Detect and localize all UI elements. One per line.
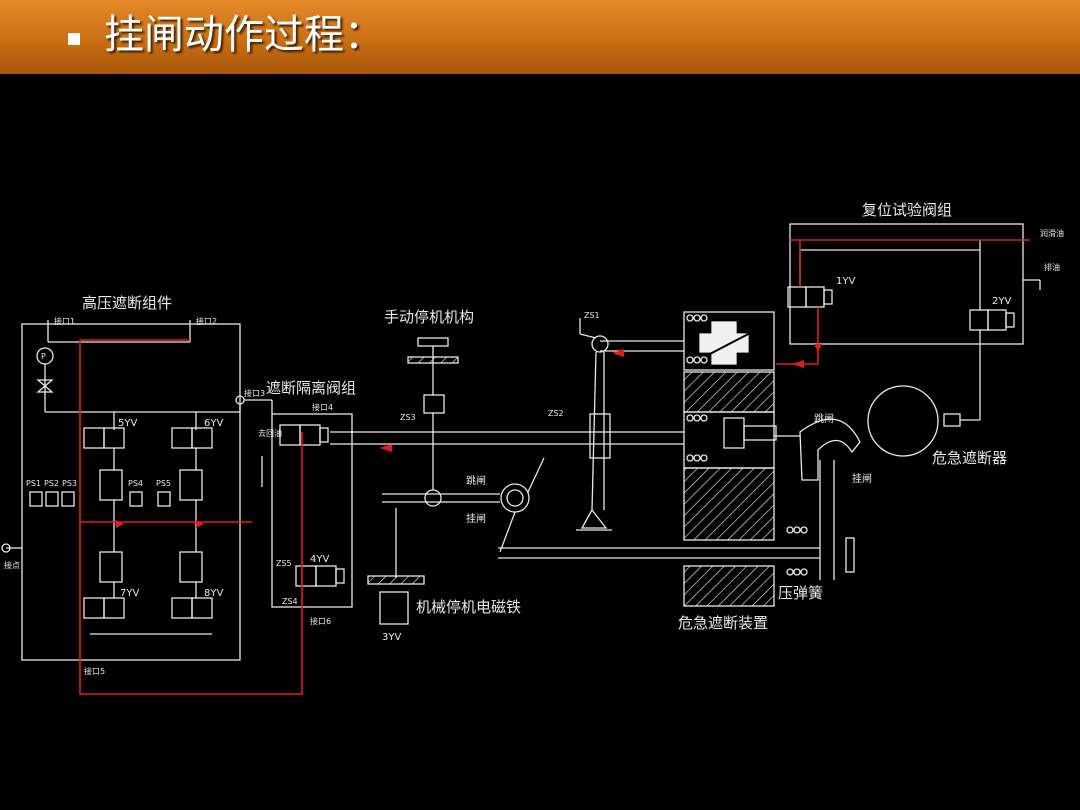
label-port6: 接口6 — [310, 616, 331, 626]
label-ps4: PS4 — [128, 479, 143, 488]
label-to-oil: 去回油 — [258, 428, 282, 438]
label-port4: 接口4 — [312, 402, 333, 412]
label-zs5: ZS5 — [276, 559, 292, 568]
label-isolation-valve-group: 遮断隔离阀组 — [266, 379, 356, 397]
label-port3: 接口3 — [244, 388, 265, 398]
label-zs3: ZS3 — [400, 413, 416, 422]
label-trip-right: 跳闸 — [814, 412, 834, 425]
hydraulic-trip-diagram: 复位试验阀组 高压遮断组件 手动停机机构 遮断隔离阀组 危急遮断器 机械停机电磁… — [1, 201, 1064, 695]
label-4yv: 4YV — [310, 554, 329, 565]
slide-title: 挂闸动作过程： — [104, 12, 384, 58]
label-reset-test-valve-group: 复位试验阀组 — [862, 201, 952, 219]
solenoid-3yv — [379, 591, 409, 625]
label-emergency-trip: 危急遮断器 — [932, 449, 1007, 467]
label-7yv: 7YV — [120, 588, 139, 599]
label-5yv: 5YV — [118, 418, 137, 429]
label-p: P — [41, 352, 46, 361]
label-manual-stop: 手动停机机构 — [384, 308, 474, 326]
label-ps3: PS3 — [62, 479, 77, 488]
label-compression-spring: 压弹簧 — [778, 584, 823, 602]
label-port2: 接口2 — [196, 316, 217, 326]
label-2yv: 2YV — [992, 296, 1011, 307]
label-zs2: ZS2 — [548, 409, 564, 418]
isolation-valve-group-box — [271, 413, 353, 608]
label-hp-trip-assembly: 高压遮断组件 — [82, 294, 172, 312]
label-ps5: PS5 — [156, 479, 171, 488]
label-latch-top: 挂闸 — [466, 512, 486, 525]
label-zs4: ZS4 — [282, 597, 298, 606]
label-drain: 排油 — [1044, 262, 1060, 272]
label-port-a: 接点 — [4, 560, 20, 570]
label-emergency-trip-device: 危急遮断装置 — [678, 614, 768, 632]
label-lube-oil: 润滑油 — [1040, 228, 1064, 238]
label-6yv: 6YV — [204, 418, 223, 429]
label-port1: 接口1 — [54, 316, 75, 326]
label-8yv: 8YV — [204, 588, 223, 599]
label-3yv: 3YV — [382, 632, 401, 643]
emergency-trip-wheel — [867, 385, 939, 457]
label-latch-right: 挂闸 — [852, 472, 872, 485]
label-ps2: PS2 — [44, 479, 59, 488]
bullet-icon — [68, 33, 80, 45]
label-zs1: ZS1 — [584, 311, 600, 320]
valve-2yv — [969, 309, 1015, 331]
label-ps1: PS1 — [26, 479, 41, 488]
label-trip-top: 跳闸 — [466, 474, 486, 487]
label-mech-stop-solenoid: 机械停机电磁铁 — [416, 598, 521, 616]
label-1yv: 1YV — [836, 276, 855, 287]
label-port5: 接口5 — [84, 666, 105, 676]
valve-1yv — [787, 286, 833, 308]
title-bar: 挂闸动作过程： — [0, 0, 1080, 74]
